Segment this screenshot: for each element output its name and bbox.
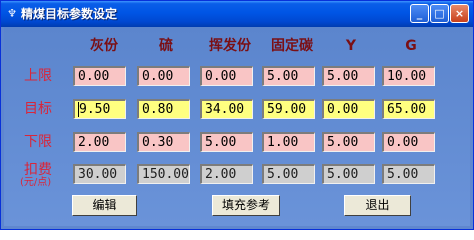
minimize-button[interactable]: _ bbox=[410, 4, 429, 23]
upper-g-field[interactable]: 10.00 bbox=[382, 66, 435, 86]
edit-button[interactable]: 编辑 bbox=[72, 195, 137, 216]
target-ash-value: 9.50 bbox=[79, 102, 111, 117]
client-area: 灰份 硫 挥发份 固定碳 Y G 上限 目标 下限 扣费 (元/点) 0.00 … bbox=[4, 27, 470, 226]
maximize-button[interactable]: □ bbox=[430, 4, 449, 23]
deduction-fixed-carbon-field[interactable]: 5.00 bbox=[262, 164, 315, 184]
dialog-window: ♆ 精煤目标参数设定 _ □ × 灰份 硫 挥发份 固定碳 Y G 上限 目标 … bbox=[0, 0, 474, 230]
window-title: 精煤目标参数设定 bbox=[21, 7, 118, 21]
title-bar[interactable]: ♆ 精煤目标参数设定 _ □ × bbox=[1, 1, 473, 27]
upper-ash-field[interactable]: 0.00 bbox=[73, 66, 126, 86]
target-g-field[interactable]: 65.00 bbox=[382, 99, 435, 119]
close-button[interactable]: × bbox=[450, 4, 469, 23]
row-label-deduction-unit: (元/点) bbox=[20, 177, 52, 188]
lower-fixed-carbon-field[interactable]: 1.00 bbox=[262, 132, 315, 152]
target-volatile-field[interactable]: 34.00 bbox=[200, 99, 253, 119]
target-ash-field[interactable]: 9.50 bbox=[73, 99, 126, 119]
upper-y-field[interactable]: 5.00 bbox=[322, 66, 375, 86]
target-sulfur-field[interactable]: 0.80 bbox=[137, 99, 190, 119]
row-label-target: 目标 bbox=[24, 101, 52, 117]
column-header-sulfur: 硫 bbox=[159, 38, 173, 54]
upper-sulfur-field[interactable]: 0.00 bbox=[137, 66, 190, 86]
column-header-volatile: 挥发份 bbox=[209, 38, 251, 54]
upper-volatile-field[interactable]: 0.00 bbox=[200, 66, 253, 86]
lower-ash-field[interactable]: 2.00 bbox=[73, 132, 126, 152]
row-label-upper: 上限 bbox=[24, 68, 52, 84]
column-header-y: Y bbox=[345, 38, 357, 54]
exit-button[interactable]: 退出 bbox=[344, 195, 411, 216]
deduction-ash-field[interactable]: 30.00 bbox=[73, 164, 126, 184]
target-fixed-carbon-field[interactable]: 59.00 bbox=[262, 99, 315, 119]
deduction-sulfur-field[interactable]: 150.00 bbox=[137, 164, 190, 184]
deduction-g-field[interactable]: 5.00 bbox=[382, 164, 435, 184]
upper-fixed-carbon-field[interactable]: 5.00 bbox=[262, 66, 315, 86]
app-icon: ♆ bbox=[7, 7, 17, 20]
target-y-field[interactable]: 0.00 bbox=[322, 99, 375, 119]
column-header-fixed-carbon: 固定碳 bbox=[271, 38, 313, 54]
lower-g-field[interactable]: 0.00 bbox=[382, 132, 435, 152]
deduction-volatile-field[interactable]: 2.00 bbox=[200, 164, 253, 184]
fill-reference-button[interactable]: 填充参考 bbox=[212, 195, 280, 216]
deduction-y-field[interactable]: 5.00 bbox=[322, 164, 375, 184]
lower-sulfur-field[interactable]: 0.30 bbox=[137, 132, 190, 152]
column-header-g: G bbox=[405, 38, 417, 54]
lower-volatile-field[interactable]: 5.00 bbox=[200, 132, 253, 152]
lower-y-field[interactable]: 5.00 bbox=[322, 132, 375, 152]
column-header-ash: 灰份 bbox=[90, 38, 118, 54]
row-label-lower: 下限 bbox=[24, 134, 52, 150]
